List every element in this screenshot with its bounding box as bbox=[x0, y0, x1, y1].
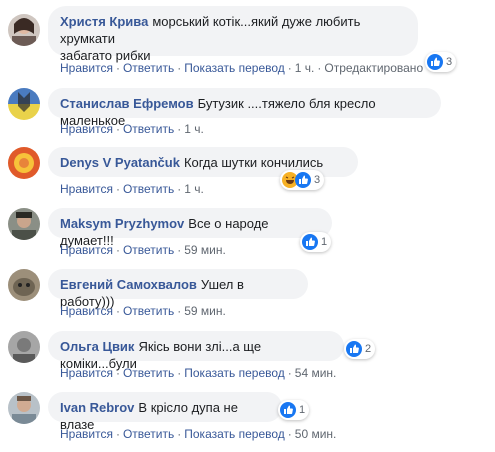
timestamp[interactable]: 1 ч. bbox=[184, 122, 204, 136]
comment-text: Когда шутки кончились bbox=[183, 155, 324, 170]
separator-dot: · bbox=[115, 366, 120, 380]
reaction-summary[interactable]: 1 bbox=[278, 400, 310, 420]
comment-author[interactable]: Христя Крива bbox=[60, 14, 148, 29]
separator-dot: · bbox=[177, 122, 182, 136]
separator-dot: · bbox=[287, 61, 292, 75]
timestamp[interactable]: 59 мин. bbox=[184, 304, 226, 318]
separator-dot: · bbox=[115, 243, 120, 257]
reply-link[interactable]: Ответить bbox=[123, 366, 174, 380]
separator-dot: · bbox=[115, 304, 120, 318]
like-icon bbox=[427, 54, 443, 70]
reply-link[interactable]: Ответить bbox=[123, 304, 174, 318]
avatar[interactable] bbox=[8, 331, 40, 363]
separator-dot: · bbox=[177, 182, 182, 196]
comment-bubble: Христя Крива морський котік...який дуже л… bbox=[48, 6, 418, 63]
reaction-count: 1 bbox=[321, 236, 328, 248]
reaction-count: 1 bbox=[299, 404, 306, 416]
like-link[interactable]: Нравится bbox=[60, 427, 113, 441]
comment-2: Станислав Ефремов Бутузик ....тяжело бля … bbox=[0, 88, 495, 148]
comment-6: Ольга Цвик Якісь вони злі...а ще коміки..… bbox=[0, 331, 495, 391]
comment-actions: Нравится · Ответить · 1 ч. bbox=[60, 182, 204, 196]
timestamp[interactable]: 54 мин. bbox=[295, 366, 337, 380]
avatar[interactable] bbox=[8, 269, 40, 301]
translate-link[interactable]: Показать перевод bbox=[184, 366, 285, 380]
comment-3: Denys V Pyatančuk Когда шутки кончились 3… bbox=[0, 147, 495, 207]
avatar[interactable] bbox=[8, 208, 40, 240]
comment-actions: Нравится · Ответить · Показать перевод · 50 ми… bbox=[60, 427, 336, 441]
separator-dot: · bbox=[317, 61, 322, 75]
separator-dot: · bbox=[115, 122, 120, 136]
separator-dot: · bbox=[115, 427, 120, 441]
separator-dot: · bbox=[177, 61, 182, 75]
like-link[interactable]: Нравится bbox=[60, 243, 113, 257]
reaction-count: 2 bbox=[365, 343, 372, 355]
comment-author[interactable]: Denys V Pyatančuk bbox=[60, 155, 180, 170]
comment-bubble: Maksym Pryzhymov Все о народе думает!!! bbox=[48, 208, 332, 248]
timestamp[interactable]: 1 ч. bbox=[184, 182, 204, 196]
translate-link[interactable]: Показать перевод bbox=[184, 427, 285, 441]
avatar[interactable] bbox=[8, 147, 40, 179]
comment-bubble: Станислав Ефремов Бутузик ....тяжело бля … bbox=[48, 88, 441, 128]
like-link[interactable]: Нравится bbox=[60, 182, 113, 196]
comment-author[interactable]: Ольга Цвик bbox=[60, 339, 134, 354]
reaction-summary[interactable]: 3 bbox=[425, 52, 457, 72]
comment-1: Христя Крива морський котік...який дуже л… bbox=[0, 6, 495, 75]
separator-dot: · bbox=[177, 243, 182, 257]
comment-actions: Нравится · Ответить · 1 ч. bbox=[60, 122, 204, 136]
like-link[interactable]: Нравится bbox=[60, 122, 113, 136]
separator-dot: · bbox=[287, 366, 292, 380]
separator-dot: · bbox=[115, 61, 120, 75]
reply-link[interactable]: Ответить bbox=[123, 61, 174, 75]
comment-7: Ivan Rebrov В крісло дупа не влазе 1 Нрав… bbox=[0, 392, 495, 452]
reaction-count: 3 bbox=[314, 174, 321, 186]
comment-4: Maksym Pryzhymov Все о народе думает!!! 1… bbox=[0, 208, 495, 268]
reply-link[interactable]: Ответить bbox=[123, 122, 174, 136]
comment-actions: Нравится · Ответить · 59 мин. bbox=[60, 304, 226, 318]
timestamp[interactable]: 59 мин. bbox=[184, 243, 226, 257]
separator-dot: · bbox=[115, 182, 120, 196]
separator-dot: · bbox=[177, 304, 182, 318]
comment-bubble: Евгений Самохвалов Ушел в работу))) bbox=[48, 269, 308, 309]
reaction-count: 3 bbox=[446, 56, 453, 68]
avatar[interactable] bbox=[8, 14, 40, 46]
like-icon bbox=[295, 172, 311, 188]
comment-actions: Нравится · Ответить · 59 мин. bbox=[60, 243, 226, 257]
like-icon bbox=[346, 341, 362, 357]
like-link[interactable]: Нравится bbox=[60, 366, 113, 380]
reply-link[interactable]: Ответить bbox=[123, 182, 174, 196]
comment-author[interactable]: Евгений Самохвалов bbox=[60, 277, 197, 292]
separator-dot: · bbox=[177, 366, 182, 380]
like-icon bbox=[280, 402, 296, 418]
avatar[interactable] bbox=[8, 88, 40, 120]
separator-dot: · bbox=[177, 427, 182, 441]
timestamp[interactable]: 50 мин. bbox=[295, 427, 337, 441]
separator-dot: · bbox=[287, 427, 292, 441]
reply-link[interactable]: Ответить bbox=[123, 427, 174, 441]
avatar[interactable] bbox=[8, 392, 40, 424]
comment-bubble: Ольга Цвик Якісь вони злі...а ще коміки..… bbox=[48, 331, 344, 371]
comment-author[interactable]: Maksym Pryzhymov bbox=[60, 216, 184, 231]
comment-actions: Нравится · Ответить · Показать перевод · 54 ми… bbox=[60, 366, 336, 380]
comment-5: Евгений Самохвалов Ушел в работу))) Нрави… bbox=[0, 269, 495, 329]
reaction-summary[interactable]: 2 bbox=[344, 339, 376, 359]
reaction-summary[interactable]: 3 bbox=[280, 170, 325, 190]
comment-bubble: Ivan Rebrov В крісло дупа не влазе bbox=[48, 392, 282, 432]
comment-author[interactable]: Станислав Ефремов bbox=[60, 96, 194, 111]
timestamp[interactable]: 1 ч. bbox=[295, 61, 315, 75]
translate-link[interactable]: Показать перевод bbox=[184, 61, 285, 75]
reply-link[interactable]: Ответить bbox=[123, 243, 174, 257]
comment-actions: Нравится · Ответить · Показать перевод · 1 ч. ·… bbox=[60, 61, 423, 75]
like-link[interactable]: Нравится bbox=[60, 61, 113, 75]
like-link[interactable]: Нравится bbox=[60, 304, 113, 318]
comment-author[interactable]: Ivan Rebrov bbox=[60, 400, 134, 415]
reaction-summary[interactable]: 1 bbox=[300, 232, 332, 252]
like-icon bbox=[302, 234, 318, 250]
edited-label[interactable]: Отредактировано bbox=[324, 61, 423, 75]
